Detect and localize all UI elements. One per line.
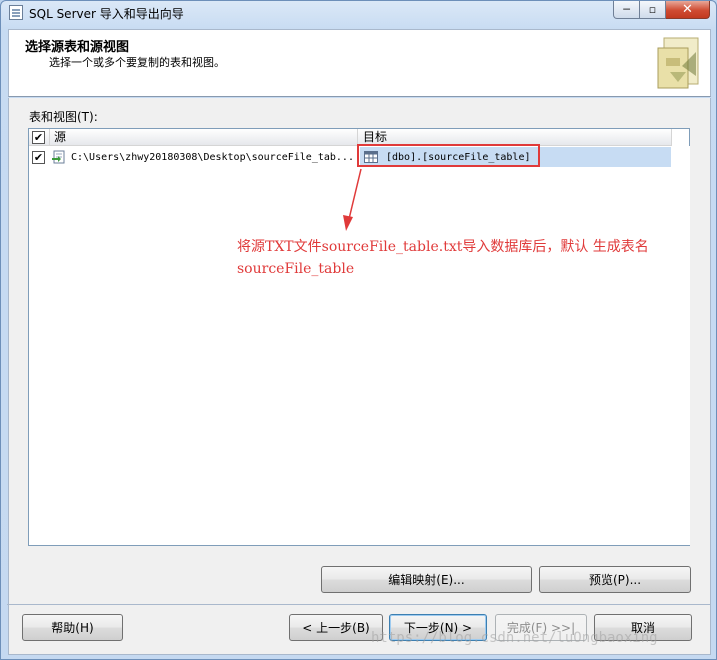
grid-header: ✔ 源 目标	[29, 129, 672, 146]
back-button[interactable]: < 上一步(B)	[289, 614, 383, 641]
title-bar[interactable]: SQL Server 导入和导出向导 ─ ▫ ✕	[1, 1, 716, 25]
source-cell[interactable]: C:\Users\zhwy20180308\Desktop\sourceFile…	[49, 147, 358, 167]
tables-views-label: 表和视图(T):	[29, 110, 98, 124]
tables-grid[interactable]: ✔ 源 目标 ✔ C:\Users\zhwy20180308\Desktop\s…	[28, 128, 690, 546]
source-path: C:\Users\zhwy20180308\Desktop\sourceFile…	[71, 151, 354, 163]
maximize-icon: ▫	[648, 3, 657, 16]
minimize-button[interactable]: ─	[613, 1, 640, 19]
annotation-note: 将源TXT文件sourceFile_table.txt导入数据库后，默认 生成表…	[237, 236, 677, 280]
wizard-graphic-icon	[657, 37, 699, 89]
annotation-line-1: 将源TXT文件sourceFile_table.txt导入数据库后，默认 生成表…	[237, 239, 649, 255]
annotation-arrow-icon	[343, 168, 362, 231]
annotation-line-2: sourceFile_table	[237, 261, 355, 277]
close-icon: ✕	[682, 2, 693, 17]
page-title: 选择源表和源视图	[25, 40, 130, 55]
minimize-icon: ─	[623, 3, 630, 16]
page-subtitle: 选择一个或多个要复制的表和视图。	[49, 56, 225, 69]
preview-button[interactable]: 预览(P)...	[539, 566, 691, 593]
watermark-text: https://blog.csdn.net/luOngbaoxing	[371, 630, 658, 646]
close-button[interactable]: ✕	[666, 1, 710, 19]
edit-mappings-button[interactable]: 编辑映射(E)...	[321, 566, 532, 593]
grid-scroll-area	[671, 146, 690, 545]
window-title: SQL Server 导入和导出向导	[29, 7, 184, 21]
app-icon	[9, 5, 23, 20]
wizard-header: 选择源表和源视图 选择一个或多个要复制的表和视图。	[8, 29, 711, 97]
flat-file-source-icon	[52, 150, 65, 164]
help-button[interactable]: 帮助(H)	[22, 614, 123, 641]
column-separator	[671, 129, 672, 146]
wizard-window: SQL Server 导入和导出向导 ─ ▫ ✕ 选择源表和源视图 选择一个或多…	[0, 0, 717, 660]
main-panel: 表和视图(T): ✔ 源 目标 ✔ C:\Users\zhwy20180308\…	[8, 98, 711, 653]
row-checkbox[interactable]: ✔	[32, 151, 45, 164]
column-source[interactable]: 源	[49, 129, 358, 146]
annotation-highlight-box	[357, 144, 540, 167]
select-all-checkbox[interactable]: ✔	[32, 131, 45, 144]
caption-buttons: ─ ▫ ✕	[613, 1, 710, 19]
table-row[interactable]: ✔ C:\Users\zhwy20180308\Desktop\sourceFi…	[29, 147, 671, 167]
maximize-button[interactable]: ▫	[640, 1, 666, 19]
